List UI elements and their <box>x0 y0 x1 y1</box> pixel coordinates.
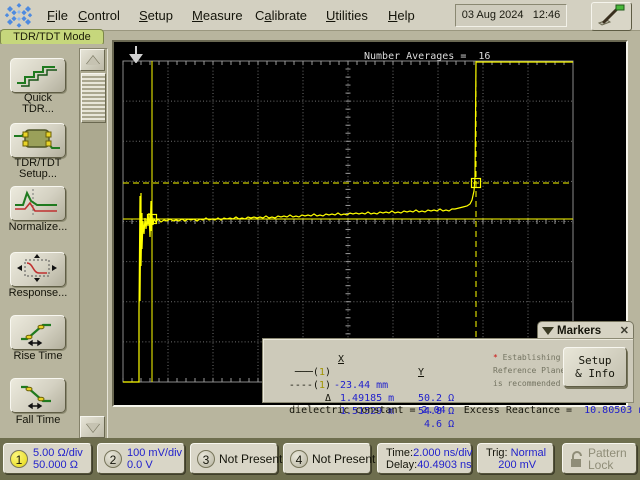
delta-y-value: 4.6 Ω <box>418 419 455 430</box>
setup-info-button[interactable]: Setup & Info <box>563 347 627 387</box>
derived-values-row: dielectric constant = 2.04 Excess Reacta… <box>265 391 640 416</box>
normalize-icon <box>15 189 57 216</box>
markers-readout-panel: X Y ───(1) -23.44 mm 50.2 Ω ----(1) 1.49… <box>262 338 640 430</box>
excess-reactance-value: 10.80503 nH <box>584 405 640 416</box>
normalize-label: Normalize... <box>8 221 68 233</box>
ch1-offset: 50.000 Ω <box>33 459 78 471</box>
time-per-div: 2.000 ns/div <box>413 447 473 459</box>
marker-col-x-header: X <box>338 354 345 365</box>
toolbar-scrollbar[interactable] <box>79 48 108 439</box>
averages-annunciator: Number Averages = 16 <box>364 51 491 62</box>
delay-value: 40.4903 ns <box>417 459 472 471</box>
stylus-pen-icon <box>597 4 625 26</box>
markers-panel-title: Markers <box>557 324 602 337</box>
ch1-scale: 5.00 Ω/div <box>33 447 83 459</box>
channel-2-button[interactable]: 2 100 mV/div 0.0 V <box>97 443 185 474</box>
menu-setup[interactable]: Setup <box>139 8 173 23</box>
response-icon <box>17 254 57 282</box>
trigger-position-arrow-icon <box>129 46 143 63</box>
arrow-up-icon <box>85 56 100 65</box>
normalize-button[interactable] <box>10 186 66 221</box>
tdr-tdt-setup-button[interactable] <box>10 123 66 158</box>
date-time-display: 03 Aug 2024 12:46 <box>455 4 567 27</box>
marker1-row: ───(1) -23.44 mm 50.2 Ω <box>294 367 455 404</box>
timebase-button[interactable]: Time:2.000 ns/div Delay:40.4903 ns <box>377 443 472 474</box>
quick-tdr-icon <box>17 66 57 87</box>
menu-help[interactable]: Help <box>388 8 415 23</box>
padlock-icon <box>571 451 582 467</box>
fall-time-button[interactable] <box>10 378 66 413</box>
menu-calibrate[interactable]: Calibrate <box>255 8 307 23</box>
ch3-status: Not Present <box>219 452 283 466</box>
channel-1-button[interactable]: 1 5.00 Ω/div 50.000 Ω <box>3 443 92 474</box>
rise-time-button[interactable] <box>10 315 66 350</box>
pattern-lock-button[interactable]: Pattern Lock <box>562 443 637 474</box>
channel-3-button[interactable]: 3 Not Present <box>190 443 282 474</box>
trigger-mode: Normal <box>510 447 547 459</box>
status-bar: 1 5.00 Ω/div 50.000 Ω 2 100 mV/div 0.0 V 3… <box>0 438 640 480</box>
markers-panel-tab[interactable]: Markers ✕ <box>537 321 634 339</box>
menu-utilities[interactable]: Utilities <box>326 8 368 23</box>
scroll-down-button[interactable] <box>80 416 105 438</box>
tdr-tdt-setup-label: TDR/TDT Setup... <box>14 157 62 180</box>
fall-time-label: Fall Time <box>15 414 61 426</box>
marker2-row: ----(1) 1.49185 m 54.8 Ω <box>288 380 455 417</box>
channel-3-badge: 3 <box>197 450 215 468</box>
pattern-lock-label: Pattern Lock <box>588 446 627 472</box>
ch4-status: Not Present <box>312 452 376 466</box>
ch2-scale: 100 mV/div <box>127 447 183 459</box>
touchscreen-stylus-button[interactable] <box>591 2 632 31</box>
channel-4-badge: 4 <box>290 450 308 468</box>
response-button[interactable] <box>10 252 66 287</box>
marker-col-y-header: Y <box>418 367 425 378</box>
channel-4-button[interactable]: 4 Not Present <box>283 443 375 474</box>
trigger-level: 200 mV <box>498 459 537 471</box>
arrow-down-icon <box>85 423 100 432</box>
quick-tdr-button[interactable] <box>10 58 66 93</box>
excess-reactance-label: Excess Reactance = <box>445 405 585 416</box>
fall-time-icon <box>21 385 51 410</box>
menu-control[interactable]: Control <box>78 8 120 23</box>
menu-bar: File Control Setup Measure Calibrate Uti… <box>0 0 640 31</box>
ch2-offset: 0.0 V <box>127 459 153 471</box>
agilent-spark-logo-icon <box>4 3 33 28</box>
scrollbar-thumb[interactable] <box>81 73 106 123</box>
rise-time-icon <box>21 323 51 347</box>
dielectric-constant-value: 2.04 <box>421 405 446 416</box>
menu-file[interactable]: File <box>47 8 68 23</box>
channel-1-badge: 1 <box>10 450 28 468</box>
trigger-button[interactable]: Trig: Normal 200 mV <box>477 443 554 474</box>
markers-panel-close-icon[interactable]: ✕ <box>620 324 629 337</box>
dielectric-constant-label: dielectric constant = <box>289 405 422 416</box>
tdr-tdt-setup-icon <box>14 129 60 149</box>
rise-time-label: Rise Time <box>13 350 63 362</box>
quick-tdr-label: Quick TDR... <box>22 92 54 115</box>
response-label: Response... <box>8 287 68 299</box>
channel-2-badge: 2 <box>104 450 122 468</box>
menu-measure[interactable]: Measure <box>192 8 243 23</box>
scroll-up-button[interactable] <box>80 49 105 71</box>
collapse-triangle-icon[interactable] <box>542 326 554 335</box>
